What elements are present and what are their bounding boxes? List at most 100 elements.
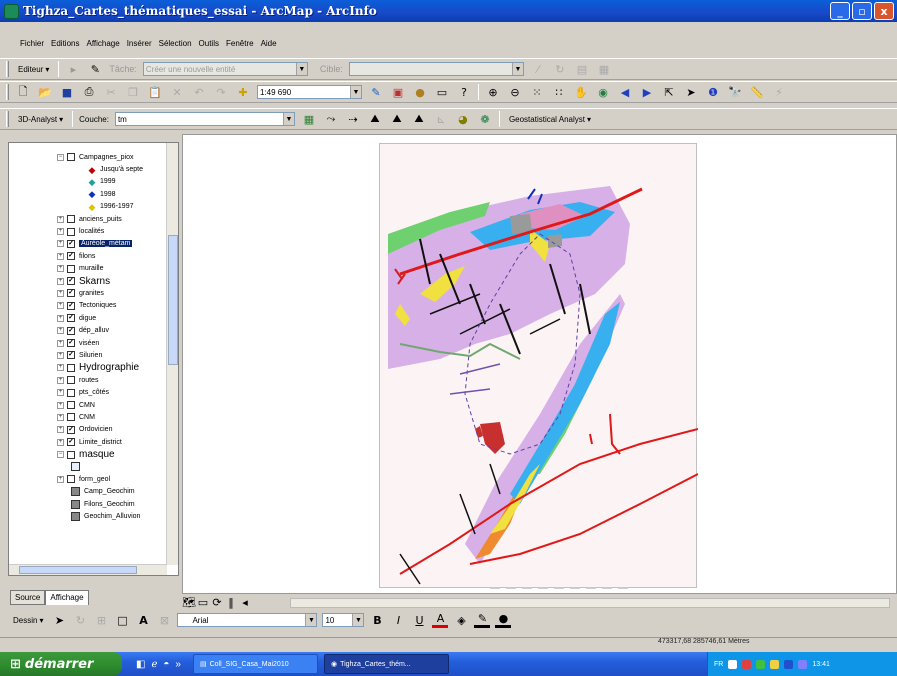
marker-color-icon[interactable]: ● bbox=[495, 612, 512, 628]
arcscene-icon[interactable]: ◕ bbox=[455, 111, 471, 127]
expand-icon[interactable]: + bbox=[57, 376, 64, 384]
toc-row[interactable]: + muraille bbox=[9, 263, 167, 275]
underline-icon[interactable]: U bbox=[411, 612, 427, 628]
toolbar-gripper[interactable] bbox=[6, 61, 9, 77]
layer-visibility-checkbox[interactable]: ✓ bbox=[67, 326, 75, 335]
browser-icon[interactable]: ℯ bbox=[151, 659, 157, 670]
dropdown-arrow-icon[interactable]: ▼ bbox=[295, 63, 307, 75]
add-data-icon[interactable]: ✚ bbox=[235, 84, 251, 100]
toc-row[interactable]: + ✓ Ordovicien bbox=[9, 424, 167, 436]
fill-color-icon[interactable]: ◈ bbox=[453, 612, 469, 628]
dropdown-arrow-icon[interactable]: ▼ bbox=[352, 614, 364, 626]
split-tool-icon[interactable]: ⁄ bbox=[530, 61, 546, 77]
layout-page[interactable] bbox=[379, 143, 699, 591]
layer-visibility-checkbox[interactable]: ✓ bbox=[67, 277, 75, 286]
toc-row[interactable]: + CNM bbox=[9, 411, 167, 423]
security-icon[interactable] bbox=[756, 659, 766, 669]
expand-icon[interactable]: + bbox=[57, 438, 64, 446]
toc-row[interactable]: − Campagnes_piox bbox=[9, 151, 167, 163]
whats-this-icon[interactable]: ? bbox=[456, 84, 472, 100]
expand-icon[interactable]: + bbox=[57, 351, 64, 359]
full-extent-icon[interactable]: ◉ bbox=[595, 84, 611, 100]
select-features-icon[interactable]: ⇱ bbox=[661, 84, 677, 100]
delete-icon[interactable]: ✕ bbox=[169, 84, 185, 100]
forward-icon[interactable]: ▶ bbox=[639, 84, 655, 100]
toc-row[interactable]: ◆ 1998 bbox=[9, 188, 167, 200]
layer-visibility-checkbox[interactable]: ✓ bbox=[67, 239, 75, 248]
layer-visibility-checkbox[interactable]: ✓ bbox=[67, 314, 75, 323]
chevron-icon[interactable]: » bbox=[175, 659, 181, 670]
toc-row[interactable]: Geochim_Alluvion bbox=[9, 510, 167, 522]
select-elements-icon[interactable]: ➤ bbox=[51, 612, 67, 628]
edit-vertices-icon[interactable]: ⊠ bbox=[156, 612, 172, 628]
layer-visibility-checkbox[interactable] bbox=[67, 450, 75, 459]
edit-tool-icon[interactable]: ▸ bbox=[65, 61, 81, 77]
tab-source[interactable]: Source bbox=[10, 590, 46, 605]
steepest-path-icon[interactable]: ⤳ bbox=[323, 111, 339, 127]
layer-visibility-checkbox[interactable] bbox=[67, 264, 75, 273]
profile-graph-icon[interactable]: ⊾ bbox=[433, 111, 449, 127]
toc-row[interactable] bbox=[9, 461, 167, 473]
toc-horizontal-scrollbar[interactable] bbox=[9, 564, 167, 575]
toc-row[interactable]: + CMN bbox=[9, 399, 167, 411]
layer-visibility-checkbox[interactable] bbox=[67, 413, 75, 422]
line-color-icon[interactable]: ✎ bbox=[474, 612, 491, 628]
task-dropdown[interactable]: Créer une nouvelle entité ▼ bbox=[142, 62, 308, 76]
italic-icon[interactable]: I bbox=[390, 612, 406, 628]
identify-icon[interactable]: ❶ bbox=[705, 84, 721, 100]
select-elements-icon[interactable]: ➤ bbox=[683, 84, 699, 100]
redo-icon[interactable]: ↷ bbox=[213, 84, 229, 100]
layer-visibility-checkbox[interactable]: ✓ bbox=[67, 438, 75, 447]
toc-row[interactable]: + localités bbox=[9, 225, 167, 237]
toc-row[interactable]: + ✓ viséen bbox=[9, 337, 167, 349]
layer-visibility-checkbox[interactable] bbox=[67, 227, 75, 236]
layer-visibility-checkbox[interactable] bbox=[67, 401, 75, 409]
menu-outils[interactable]: Outils bbox=[199, 39, 219, 48]
refresh-icon[interactable]: ⟳ bbox=[212, 594, 222, 610]
toc-row[interactable]: Camp_Geochim bbox=[9, 486, 167, 498]
close-button[interactable]: x bbox=[874, 2, 894, 20]
dropdown-arrow-icon[interactable]: ▼ bbox=[350, 86, 361, 98]
menu-fichier[interactable]: Fichier bbox=[20, 39, 44, 48]
cut-icon[interactable]: ✂ bbox=[103, 84, 119, 100]
editor-menu-button[interactable]: Editeur ▾ bbox=[15, 64, 52, 75]
expand-icon[interactable]: + bbox=[57, 327, 64, 335]
font-color-icon[interactable]: A bbox=[432, 612, 449, 628]
toc-row[interactable]: + ✓ digue bbox=[9, 312, 167, 324]
data-view-icon[interactable]: 🗺 bbox=[182, 594, 196, 610]
menu-selection[interactable]: Sélection bbox=[159, 39, 192, 48]
toc-row[interactable]: + anciens_puits bbox=[9, 213, 167, 225]
expand-icon[interactable]: + bbox=[57, 215, 64, 223]
3d-analyst-menu[interactable]: 3D-Analyst ▾ bbox=[15, 114, 66, 125]
dessin-menu[interactable]: Dessin ▾ bbox=[10, 615, 46, 626]
back-icon[interactable]: ◀ bbox=[617, 84, 633, 100]
expand-icon[interactable]: + bbox=[57, 252, 64, 260]
line-of-sight-icon[interactable]: ⇢ bbox=[345, 111, 361, 127]
dropdown-arrow-icon[interactable]: ▼ bbox=[282, 113, 294, 125]
scale-dropdown[interactable]: 1:49 690 ▼ bbox=[257, 85, 362, 99]
expand-icon[interactable]: + bbox=[57, 302, 64, 310]
rectangle-icon[interactable]: □ bbox=[114, 612, 130, 628]
arccatalog-icon[interactable]: ● bbox=[412, 84, 428, 100]
expand-icon[interactable]: + bbox=[57, 426, 64, 434]
collapse-icon[interactable]: − bbox=[57, 153, 64, 161]
layer-visibility-checkbox[interactable]: ✓ bbox=[67, 301, 75, 310]
font-size-dropdown[interactable]: 10 ▼ bbox=[322, 613, 365, 627]
editor-toolbar-icon[interactable]: ✎ bbox=[368, 84, 384, 100]
maximize-button[interactable]: ▫ bbox=[852, 2, 872, 20]
toc-row[interactable]: + form_geol bbox=[9, 473, 167, 485]
minimize-button[interactable]: _ bbox=[830, 2, 850, 20]
expand-icon[interactable]: + bbox=[57, 401, 64, 409]
target-dropdown[interactable]: ▼ bbox=[348, 62, 524, 76]
command-line-icon[interactable]: ▭ bbox=[434, 84, 450, 100]
update-icon[interactable] bbox=[784, 659, 794, 669]
create-contours-icon[interactable]: ▦ bbox=[301, 111, 317, 127]
geostatistical-analyst-menu[interactable]: Geostatistical Analyst ▾ bbox=[506, 114, 594, 125]
toc-row[interactable]: ◆ Jusqu'à septe bbox=[9, 163, 167, 175]
pan-icon[interactable]: ✋ bbox=[573, 84, 589, 100]
menu-aide[interactable]: Aide bbox=[261, 39, 277, 48]
title-bar[interactable]: Tighza_Cartes_thématiques_essai - ArcMap… bbox=[0, 0, 897, 22]
scroll-left-icon[interactable]: ◂ bbox=[240, 594, 250, 610]
toc-row[interactable]: + routes bbox=[9, 374, 167, 386]
paste-icon[interactable]: 📋 bbox=[147, 84, 163, 100]
